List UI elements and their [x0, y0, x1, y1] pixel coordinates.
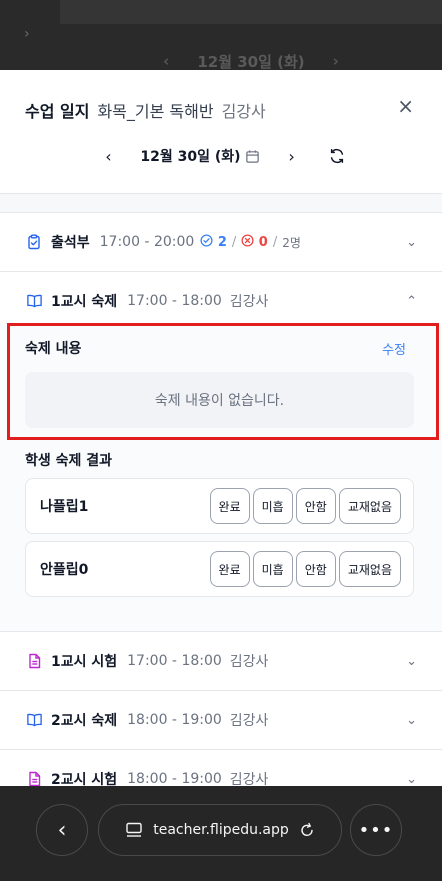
student-card: 안플립0 완료 미흡 안함 교재없음 [25, 541, 414, 597]
date-navigator: ‹ 12월 30일 (화) › [0, 146, 442, 166]
homework-row[interactable]: 1교시 숙제 17:00 - 18:00 김강사 ⌃ [0, 272, 442, 330]
attendance-separator-2: / [272, 234, 278, 250]
back-arrow-icon: ‹ [57, 817, 67, 843]
highlight-frame [7, 323, 439, 440]
homework-section[interactable]: 1교시 숙제 17:00 - 18:00 김강사 ⌃ [0, 272, 442, 330]
attendance-time: 17:00 - 20:00 [99, 234, 195, 250]
session-label: 2교시 숙제 [51, 713, 118, 729]
chevron-up-icon[interactable]: ⌃ [406, 294, 417, 309]
chevron-down-icon[interactable]: ⌄ [406, 772, 417, 787]
chevron-down-icon[interactable]: ⌄ [406, 654, 417, 669]
absent-count-value: 0 [258, 235, 268, 250]
url-text: teacher.flipedu.app [153, 822, 289, 838]
session-time: 18:00 - 19:00 [127, 712, 222, 728]
refresh-icon[interactable] [328, 147, 346, 165]
session-label: 1교시 시험 [51, 654, 118, 670]
class-name: 화목_기본 독해반 [97, 102, 214, 121]
background-prev-icon: ‹ [163, 52, 170, 70]
x-circle-icon [241, 234, 254, 247]
book-open-icon [25, 292, 43, 310]
attendance-separator: / [231, 234, 237, 250]
session-teacher: 김강사 [229, 713, 269, 729]
next-date-button[interactable]: › [280, 147, 304, 166]
complete-button[interactable]: 완료 [209, 551, 250, 587]
background-date-row: ‹ 12월 30일 (화) › [60, 48, 442, 70]
teacher-name: 김강사 [221, 102, 266, 121]
check-circle-icon [200, 234, 213, 247]
insufficient-button[interactable]: 미흡 [252, 551, 293, 587]
session-time: 18:00 - 19:00 [127, 771, 222, 787]
address-bar[interactable]: teacher.flipedu.app [98, 804, 342, 856]
sheet-header: 수업 일지 화목_기본 독해반 김강사 × ‹ 12월 30일 (화) › [0, 70, 442, 194]
chevron-down-icon[interactable]: ⌄ [406, 713, 417, 728]
attendance-total: 2명 [282, 235, 301, 250]
clipboard-check-icon [25, 233, 43, 251]
chevron-down-icon[interactable]: ⌄ [406, 235, 417, 250]
close-button[interactable]: × [397, 96, 414, 116]
browser-toolbar: ‹ teacher.flipedu.app ••• [0, 786, 442, 881]
sheet-spacer [0, 194, 442, 212]
student-card: 나플립1 완료 미흡 안함 교재없음 [25, 478, 414, 534]
complete-button[interactable]: 완료 [209, 488, 250, 524]
document-icon [25, 652, 43, 670]
background-next-icon: › [332, 52, 339, 70]
attendance-label: 출석부 [51, 235, 90, 251]
title-row: 수업 일지 화목_기본 독해반 김강사 [25, 98, 266, 122]
prev-date-button[interactable]: ‹ [96, 147, 120, 166]
browser-back-button[interactable]: ‹ [36, 804, 88, 856]
result-button-group: 완료 미흡 안함 교재없음 [209, 488, 401, 524]
homework-teacher: 김강사 [229, 294, 269, 310]
present-count-value: 2 [217, 235, 227, 250]
absent-count: 0 [241, 234, 268, 250]
session-teacher: 김강사 [229, 654, 269, 670]
calendar-icon[interactable] [245, 149, 260, 164]
student-name: 안플립0 [40, 562, 89, 578]
not-done-button[interactable]: 안함 [295, 488, 336, 524]
background-header [60, 0, 442, 24]
student-name: 나플립1 [40, 499, 89, 515]
tabs-icon [125, 822, 143, 838]
results-title: 학생 숙제 결과 [25, 453, 113, 469]
insufficient-button[interactable]: 미흡 [252, 488, 293, 524]
session-item[interactable]: 2교시 숙제 18:00 - 19:00 김강사 ⌄ [0, 690, 442, 749]
session-time: 17:00 - 18:00 [127, 653, 222, 669]
book-open-icon [25, 711, 43, 729]
session-row[interactable]: 2교시 숙제 18:00 - 19:00 김강사 ⌄ [0, 691, 442, 749]
result-button-group: 완료 미흡 안함 교재없음 [209, 551, 401, 587]
background-chevron-icon: › [24, 26, 30, 42]
session-row[interactable]: 1교시 시험 17:00 - 18:00 김강사 ⌄ [0, 632, 442, 690]
session-item[interactable]: 1교시 시험 17:00 - 18:00 김강사 ⌄ [0, 631, 442, 690]
background-page: › ‹ 12월 30일 (화) › [0, 0, 442, 70]
homework-time: 17:00 - 18:00 [127, 293, 222, 309]
current-date[interactable]: 12월 30일 (화) [140, 146, 240, 166]
no-textbook-button[interactable]: 교재없음 [338, 488, 401, 524]
reload-icon[interactable] [299, 822, 315, 838]
present-count: 2 [200, 234, 227, 250]
attendance-row[interactable]: 출석부 17:00 - 20:00 2 / 0 / 2명 ⌄ [0, 213, 442, 271]
more-button[interactable]: ••• [350, 804, 402, 856]
page-title: 수업 일지 [25, 102, 90, 121]
homework-label: 1교시 숙제 [51, 294, 118, 310]
attendance-section[interactable]: 출석부 17:00 - 20:00 2 / 0 / 2명 ⌄ [0, 212, 442, 272]
not-done-button[interactable]: 안함 [295, 551, 336, 587]
no-textbook-button[interactable]: 교재없음 [338, 551, 401, 587]
background-date: 12월 30일 (화) [197, 52, 305, 71]
session-list: 1교시 시험 17:00 - 18:00 김강사 ⌄ 2교시 숙제 18:00 … [0, 631, 442, 808]
more-icon: ••• [358, 819, 394, 841]
